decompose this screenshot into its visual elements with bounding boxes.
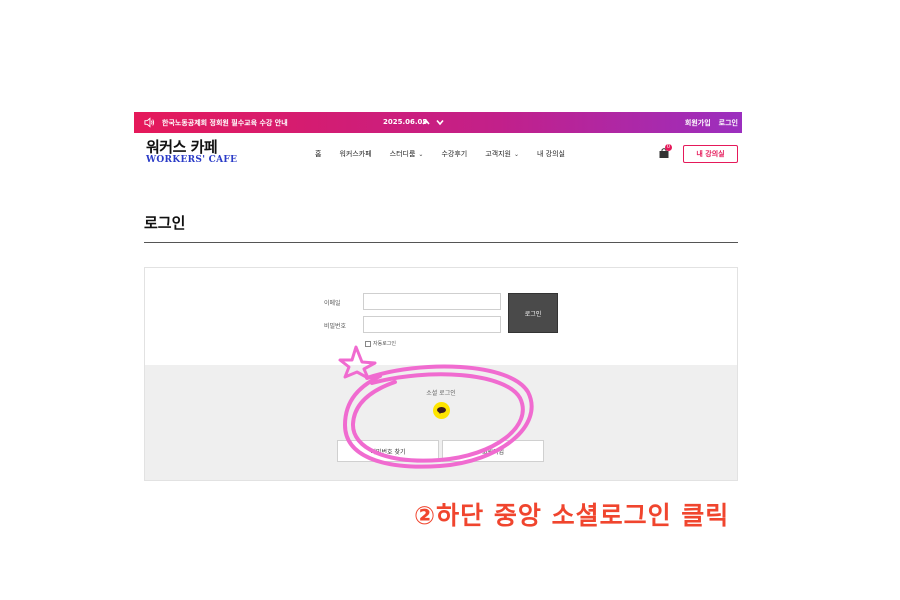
nav-item-studyroom[interactable]: 스터디룸 ⌄ [390,149,424,159]
chevron-up-icon[interactable] [421,116,431,128]
page: 한국노동공제회 정회원 필수교육 수강 안내 2025.06.05 회원가입 로… [0,0,900,600]
password-label: 비밀번호 [324,323,347,330]
nav-label: 내 강의실 [537,150,566,158]
nav-label: 홈 [315,150,322,158]
email-field[interactable] [363,293,501,310]
site-logo[interactable]: 워커스 카페 WORKERS' CAFE [146,139,237,165]
social-login-area: 소셜 로그인 비밀번호 찾기 회원가입 [145,365,737,480]
chevron-down-icon: ⌄ [513,150,520,158]
announcement-bar: 한국노동공제회 정회원 필수교육 수강 안내 2025.06.05 회원가입 로… [134,112,742,133]
topbar-links: 회원가입 로그인 [685,118,738,128]
nav-item-workers-cafe[interactable]: 워커스카페 [339,149,371,159]
find-password-button[interactable]: 비밀번호 찾기 [337,440,439,462]
page-title: 로그인 [144,214,186,232]
nav-item-reviews[interactable]: 수강후기 [441,149,467,159]
nav-label: 워커스카페 [339,150,372,158]
kakao-login-icon[interactable] [433,402,450,419]
social-login-label: 소셜 로그인 [426,390,456,397]
auto-login[interactable]: 자동로그인 [365,340,396,347]
signup-button[interactable]: 회원가입 [442,440,544,462]
auto-login-label: 자동로그인 [373,341,397,347]
logo-english: WORKERS' CAFE [146,155,238,165]
my-course-button[interactable]: 내 강의실 [683,145,738,163]
main-nav: 홈 워커스카페 스터디룸 ⌄ 수강후기 고객지원 ⌄ 내 강의실 [315,149,565,159]
nav-label: 스터디룸 [389,150,416,158]
nav-item-my-course[interactable]: 내 강의실 [537,149,565,159]
chevron-down-icon: ⌄ [418,150,424,158]
nav-item-support[interactable]: 고객지원 ⌄ [485,149,519,159]
announcement-arrows [421,116,445,128]
nav-label: 수강후기 [441,150,468,158]
login-form: 이메일 비밀번호 로그인 자동로그인 [145,268,737,365]
title-divider [144,242,738,243]
email-label: 이메일 [324,300,341,307]
password-field[interactable] [363,316,501,333]
topbar-signup-link[interactable]: 회원가입 [685,118,711,128]
nav-item-home[interactable]: 홈 [315,149,321,159]
login-panel: 이메일 비밀번호 로그인 자동로그인 소셜 로그인 비밀번호 찾기 회원가입 [144,267,738,481]
auto-login-checkbox[interactable] [365,340,371,347]
login-button[interactable]: 로그인 [508,293,558,333]
logo-korean: 워커스 카페 [146,138,218,156]
site-header: 워커스 카페 WORKERS' CAFE 홈 워커스카페 스터디룸 ⌄ 수강후기… [134,133,742,173]
cart-count-badge: 0 [665,144,672,151]
speaker-icon [144,117,155,128]
topbar-login-link[interactable]: 로그인 [719,118,738,128]
announcement-text[interactable]: 한국노동공제회 정회원 필수교육 수강 안내 [162,118,288,128]
annotation-instruction: ②하단 중앙 소셜로그인 클릭 [414,501,730,530]
chevron-down-icon[interactable] [435,116,445,128]
nav-label: 고객지원 [485,150,511,158]
